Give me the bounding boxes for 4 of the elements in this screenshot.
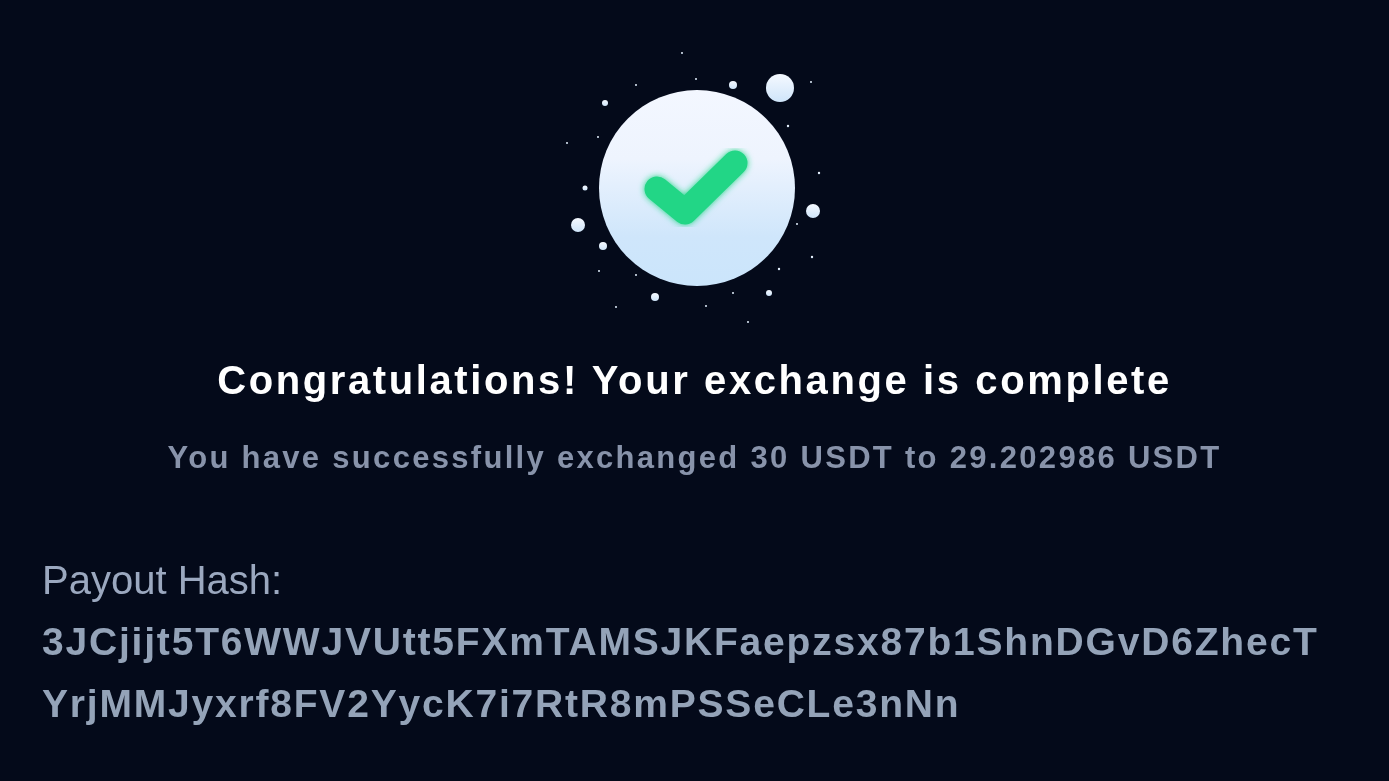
success-message: You have successfully exchanged 30 USDT to 29.202986 USDT (167, 439, 1222, 477)
payout-hash-value: 3JCjijt5T6WWJVUtt5FXmTAMSJKFaepzsx87b1ShnDGvD6ZhecTYrjMMJyxrf8FV2YycK7i7RtR8mPSSeCLe3nNn (42, 619, 1320, 727)
payout-hash-label: Payout Hash: (42, 557, 283, 604)
success-title: Congratulations! Your exchange is complete (217, 357, 1172, 404)
